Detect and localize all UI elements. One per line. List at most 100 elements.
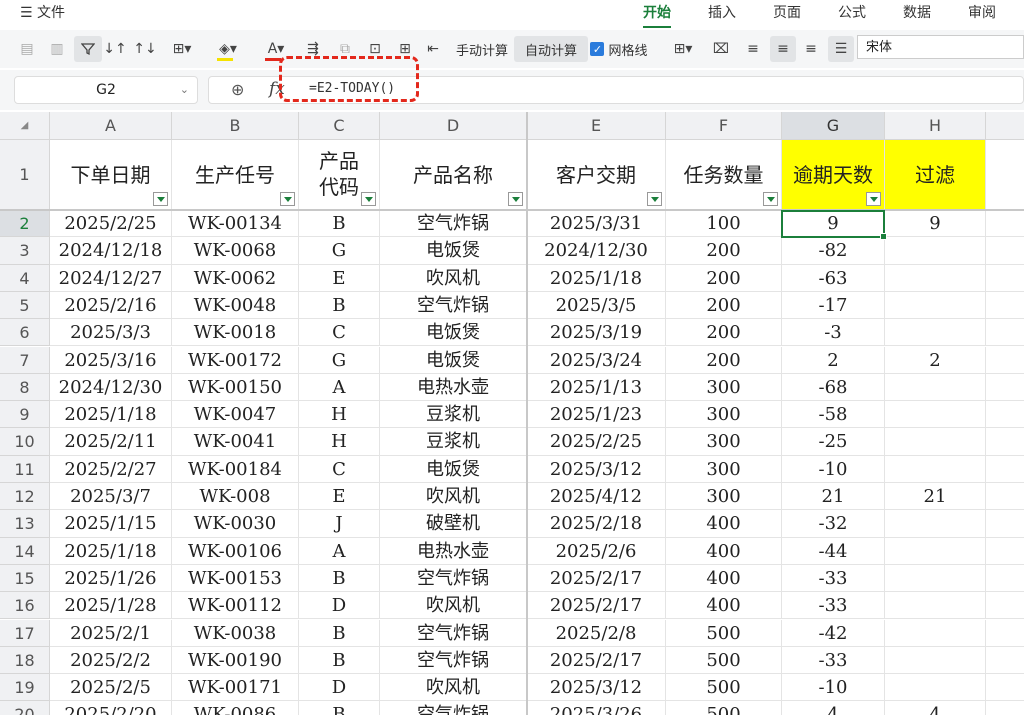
cell-f18[interactable]: 500: [666, 646, 782, 675]
cell-extra-7[interactable]: [986, 347, 1024, 374]
cell-f19[interactable]: 500: [666, 674, 782, 702]
cell-extra-15[interactable]: [986, 565, 1024, 593]
paste-format-icon[interactable]: ▥: [46, 36, 68, 62]
cell-b18[interactable]: WK-00190: [172, 646, 299, 675]
row-header-9[interactable]: 9: [0, 401, 50, 429]
cell-c9[interactable]: H: [299, 401, 380, 429]
cell-g18[interactable]: -33: [782, 646, 885, 675]
cell-h5[interactable]: [885, 291, 986, 320]
row-header-3[interactable]: 3: [0, 237, 50, 265]
cell-f8[interactable]: 300: [666, 373, 782, 402]
cell-h17[interactable]: [885, 619, 986, 647]
cell-g5[interactable]: -17: [782, 291, 885, 320]
cell-h14[interactable]: [885, 537, 986, 565]
cell-f7[interactable]: 200: [666, 346, 782, 374]
cell-e4[interactable]: 2025/1/18: [527, 264, 666, 292]
cell-c7[interactable]: G: [299, 346, 380, 374]
column-header-c[interactable]: C: [299, 112, 380, 140]
row-header-15[interactable]: 15: [0, 564, 50, 593]
cell-c10[interactable]: H: [299, 428, 380, 456]
cell-e8[interactable]: 2025/1/13: [527, 373, 666, 402]
row-header-1[interactable]: 1: [0, 140, 50, 210]
cell-d10[interactable]: 豆浆机: [380, 428, 527, 456]
row-header-17[interactable]: 17: [0, 619, 50, 647]
column-header-d[interactable]: D: [380, 112, 527, 140]
fill-color-icon[interactable]: ◈ ▾: [212, 36, 244, 62]
align-left-icon[interactable]: ≡: [742, 36, 764, 62]
cell-b14[interactable]: WK-00106: [172, 537, 299, 565]
cell-f16[interactable]: 400: [666, 592, 782, 620]
cell-extra-6[interactable]: [986, 319, 1024, 347]
cell-g10[interactable]: -25: [782, 428, 885, 456]
cell-b7[interactable]: WK-00172: [172, 346, 299, 374]
cell-d2[interactable]: 空气炸锅: [380, 210, 527, 238]
cell-g14[interactable]: -44: [782, 537, 885, 565]
cell-d3[interactable]: 电饭煲: [380, 237, 527, 265]
cell-f6[interactable]: 200: [666, 319, 782, 347]
row-header-19[interactable]: 19: [0, 674, 50, 702]
cell-h11[interactable]: [885, 455, 986, 483]
select-all-corner[interactable]: ◢: [0, 112, 50, 140]
cell-d8[interactable]: 电热水壶: [380, 373, 527, 402]
cell-e7[interactable]: 2025/3/24: [527, 346, 666, 374]
name-box[interactable]: G2 ⌄: [14, 76, 198, 104]
cell-f9[interactable]: 300: [666, 401, 782, 429]
cell-extra-3[interactable]: [986, 237, 1024, 265]
cell-g9[interactable]: -58: [782, 401, 885, 429]
cell-c11[interactable]: C: [299, 455, 380, 483]
filter-icon[interactable]: [74, 36, 102, 62]
cell-g16[interactable]: -33: [782, 592, 885, 620]
cell-b9[interactable]: WK-0047: [172, 401, 299, 429]
cell-a5[interactable]: 2025/2/16: [50, 291, 172, 320]
cell-extra-11[interactable]: [986, 456, 1024, 483]
cell-c8[interactable]: A: [299, 373, 380, 402]
cell-c20[interactable]: B: [299, 701, 380, 715]
cell-g19[interactable]: -10: [782, 674, 885, 702]
cell-extra-16[interactable]: [986, 592, 1024, 620]
cell-b20[interactable]: WK-0086: [172, 701, 299, 715]
cell-a3[interactable]: 2024/12/18: [50, 237, 172, 265]
cell-h4[interactable]: [885, 264, 986, 292]
cell-h13[interactable]: [885, 510, 986, 538]
row-header-12[interactable]: 12: [0, 483, 50, 511]
filter-dropdown-icon[interactable]: [280, 192, 295, 206]
cell-c12[interactable]: E: [299, 483, 380, 511]
cell-d12[interactable]: 吹风机: [380, 483, 527, 511]
cell-a20[interactable]: 2025/2/20: [50, 701, 172, 715]
align-middle-icon[interactable]: ☰: [828, 36, 854, 62]
cell-a19[interactable]: 2025/2/5: [50, 674, 172, 702]
cell-c6[interactable]: C: [299, 319, 380, 347]
cell-f5[interactable]: 200: [666, 291, 782, 320]
cell-d17[interactable]: 空气炸锅: [380, 619, 527, 647]
cell-f3[interactable]: 200: [666, 237, 782, 265]
cell-e10[interactable]: 2025/2/25: [527, 428, 666, 456]
column-header-e[interactable]: E: [527, 112, 666, 140]
cell-a15[interactable]: 2025/1/26: [50, 564, 172, 593]
cell-e13[interactable]: 2025/2/18: [527, 510, 666, 538]
cell-e17[interactable]: 2025/2/8: [527, 619, 666, 647]
cell-c2[interactable]: B: [299, 210, 380, 238]
cell-extra-14[interactable]: [986, 538, 1024, 565]
cell-b13[interactable]: WK-0030: [172, 510, 299, 538]
cell-b17[interactable]: WK-0038: [172, 619, 299, 647]
goto-icon[interactable]: ⇤: [422, 36, 444, 62]
cell-b10[interactable]: WK-0041: [172, 428, 299, 456]
cell-f2[interactable]: 100: [666, 210, 782, 238]
cell-f4[interactable]: 200: [666, 264, 782, 292]
row-header-5[interactable]: 5: [0, 291, 50, 320]
tab-insert[interactable]: 插入: [708, 2, 736, 22]
cell-h6[interactable]: [885, 319, 986, 347]
cell-d20[interactable]: 空气炸锅: [380, 701, 527, 715]
cell-d7[interactable]: 电饭煲: [380, 346, 527, 374]
tab-data[interactable]: 数据: [903, 2, 931, 22]
cell-extra-9[interactable]: [986, 401, 1024, 429]
cell-d13[interactable]: 破壁机: [380, 510, 527, 538]
file-menu[interactable]: ☰ 文件: [20, 2, 65, 22]
font-family-select[interactable]: 宋体: [857, 35, 1024, 59]
filter-dropdown-icon[interactable]: [763, 192, 778, 206]
spreadsheet-grid[interactable]: ◢ A B C D E F G H 1 下单日期 生产任号 产品代码 产品名称 客户交期 任务数量 逾期天数 过滤…: [0, 112, 1024, 715]
sort-descending-icon[interactable]: ↑↓: [133, 36, 156, 62]
cell-b4[interactable]: WK-0062: [172, 264, 299, 292]
row-header-7[interactable]: 7: [0, 346, 50, 374]
cell-h8[interactable]: [885, 373, 986, 402]
